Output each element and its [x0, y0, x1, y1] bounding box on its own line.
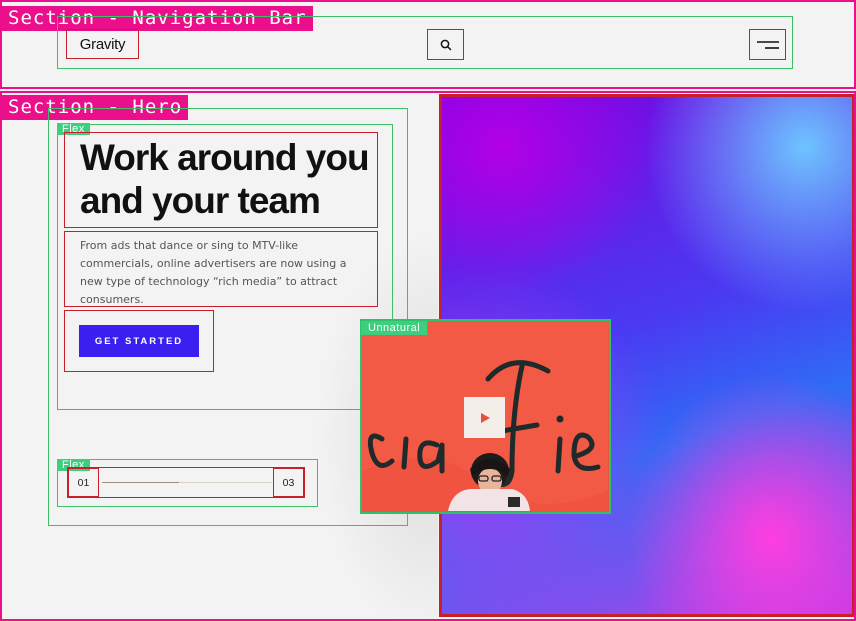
hamburger-menu-icon: [756, 40, 779, 49]
video-tag: Unnatural: [361, 321, 428, 335]
hero-title-box: Work around you and your team: [64, 132, 378, 228]
pagination-total[interactable]: 03: [273, 468, 304, 497]
pagination-current[interactable]: 01: [68, 468, 99, 497]
hero-title-line-2: and your team: [80, 180, 321, 221]
pagination-current-number: 01: [77, 476, 90, 489]
pagination-track: [102, 482, 272, 483]
hero-description-box: From ads that dance or sing to MTV-like …: [64, 231, 378, 307]
logo-text: Gravity: [79, 35, 126, 53]
pagination-total-number: 03: [282, 476, 295, 489]
play-button[interactable]: [464, 397, 505, 438]
play-icon: [480, 412, 490, 423]
hero-description: From ads that dance or sing to MTV-like …: [80, 239, 347, 306]
video-card[interactable]: [360, 319, 611, 514]
pagination-progress-fill: [102, 482, 179, 483]
search-button[interactable]: [427, 29, 464, 60]
hero-title-line-1: Work around you: [80, 137, 370, 178]
nav-container: [57, 16, 793, 69]
menu-button[interactable]: [749, 29, 786, 60]
get-started-button[interactable]: GET STARTED: [79, 325, 199, 357]
logo[interactable]: Gravity: [66, 29, 139, 59]
search-icon: [440, 39, 451, 50]
